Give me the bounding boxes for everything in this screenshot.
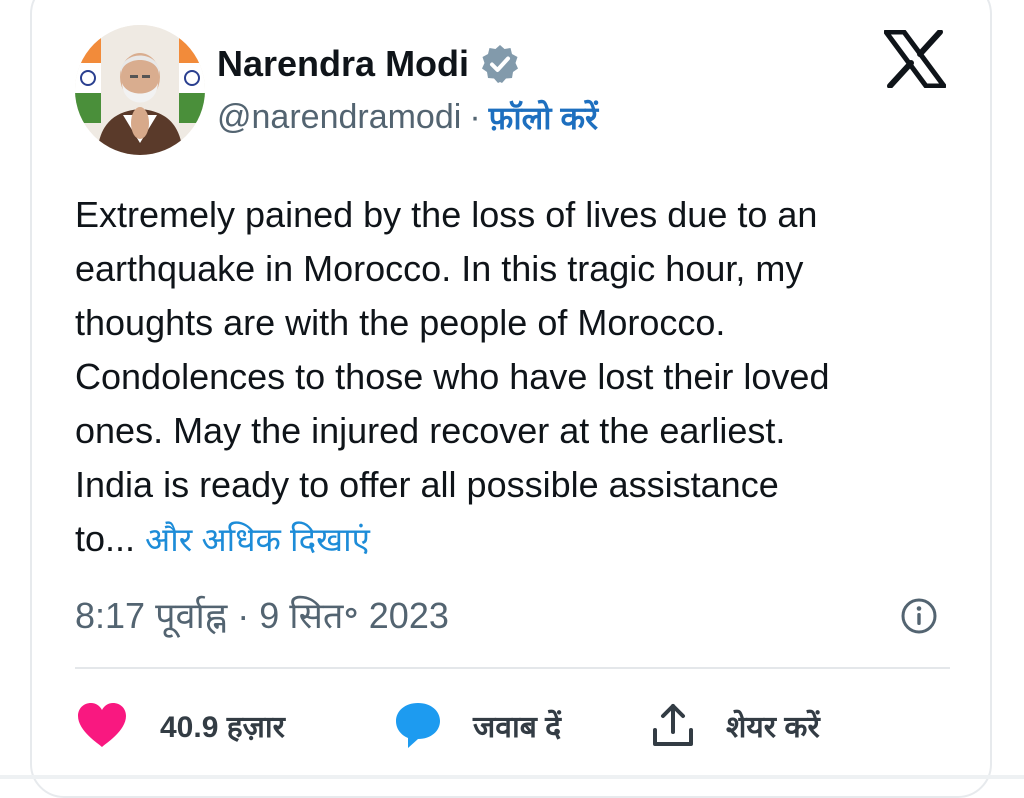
tweet-line: ones. May the injured recover at the ear… [75, 410, 786, 451]
author-handle[interactable]: @narendramodi [217, 98, 461, 137]
tweet-line: Extremely pained by the loss of lives du… [75, 194, 818, 235]
author-handle-row: @narendramodi · फ़ॉलो करें [217, 93, 598, 141]
show-more-link[interactable]: और अधिक दिखाएं [145, 521, 370, 558]
x-logo-icon[interactable] [883, 29, 947, 89]
reply-bubble-icon [393, 700, 443, 750]
follow-link[interactable]: फ़ॉलो करें [489, 96, 599, 139]
action-bar: 40.9 हज़ार जवाब दें शेयर करें [75, 695, 935, 755]
like-button[interactable]: 40.9 हज़ार [75, 695, 285, 755]
info-icon[interactable] [900, 597, 938, 635]
tweet-line: earthquake in Morocco. In this tragic ho… [75, 248, 804, 289]
tweet-line: India is ready to offer all possible ass… [75, 464, 779, 505]
like-count: 40.9 हज़ार [160, 710, 285, 744]
share-label: शेयर करें [726, 710, 820, 744]
heart-icon [75, 701, 129, 749]
avatar-image [75, 25, 205, 155]
author-name-row: Narendra Modi [217, 40, 521, 88]
author-name[interactable]: Narendra Modi [217, 43, 469, 85]
tweet-truncated-text: to... [75, 518, 136, 559]
share-button[interactable]: शेयर करें [650, 695, 820, 755]
reply-button[interactable]: जवाब दें [393, 695, 561, 755]
tweet-text: Extremely pained by the loss of lives du… [75, 188, 935, 567]
tweet-line: Condolences to those who have lost their… [75, 356, 830, 397]
reply-label: जवाब दें [473, 710, 562, 744]
verified-badge-icon [479, 43, 521, 85]
tweet-timestamp[interactable]: 8:17 पूर्वाह्न · 9 सित॰ 2023 [75, 587, 449, 641]
tweet-last-line: to... और अधिक दिखाएं [75, 512, 935, 567]
bottom-edge [0, 775, 1024, 779]
divider [75, 667, 950, 669]
separator-dot: · [469, 97, 481, 136]
tweet-line: thoughts are with the people of Morocco. [75, 302, 726, 343]
avatar[interactable] [75, 25, 205, 155]
share-icon [650, 702, 696, 748]
